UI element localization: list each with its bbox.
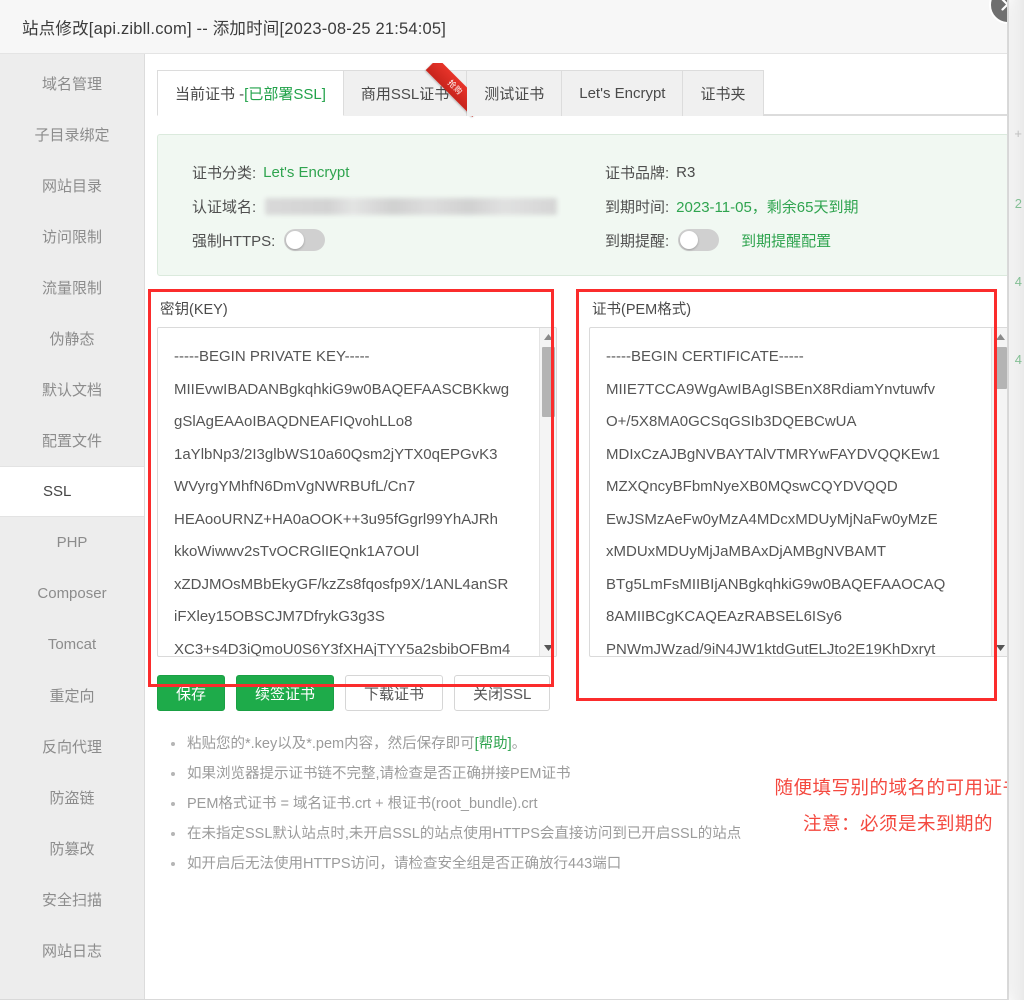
sidebar-item-reverse-proxy[interactable]: 反向代理 xyxy=(0,721,144,772)
background-ghost-mark: 4 xyxy=(1014,352,1022,367)
cert-expire-label: 到期时间: xyxy=(605,198,670,216)
expire-notice-label: 到期提醒: xyxy=(605,232,670,250)
list-item: 如果浏览器提示证书链不完整,请检查是否正确拼接PEM证书 xyxy=(165,759,1007,789)
cert-type-row: 证书分类: Let's Encrypt xyxy=(192,155,595,189)
sidebar-item-php[interactable]: PHP xyxy=(0,517,144,568)
tab-ssl-deployed-badge: [已部署SSL] xyxy=(244,85,326,103)
cert-domain-value-redacted xyxy=(265,197,558,215)
sidebar-item-security-scan[interactable]: 安全扫描 xyxy=(0,874,144,925)
key-input[interactable]: -----BEGIN PRIVATE KEY----- MIIEvwIBADAN… xyxy=(158,328,539,656)
sidebar: 域名管理 子目录绑定 网站目录 访问限制 流量限制 伪静态 默认文档 配置文件 … xyxy=(0,54,145,999)
sidebar-item-tomcat[interactable]: Tomcat xyxy=(0,619,144,670)
pem-textarea-wrap[interactable]: -----BEGIN CERTIFICATE----- MIIE7TCCA9Wg… xyxy=(589,327,1007,657)
cert-type-value: Let's Encrypt xyxy=(263,163,350,181)
cert-brand-value: R3 xyxy=(676,163,696,181)
sidebar-item-tamper-protection[interactable]: 防篡改 xyxy=(0,823,144,874)
modal-body: 域名管理 子目录绑定 网站目录 访问限制 流量限制 伪静态 默认文档 配置文件 … xyxy=(0,54,1007,999)
sidebar-item-access-restriction[interactable]: 访问限制 xyxy=(0,211,144,262)
force-https-row: 强制HTTPS: xyxy=(192,223,595,257)
background-ghost-mark: 2 xyxy=(1014,196,1022,211)
pem-scrollbar-thumb[interactable] xyxy=(994,347,1007,389)
expire-notice-toggle[interactable] xyxy=(678,229,720,251)
content-area: 当前证书 - [已部署SSL] 商用SSL证书 抢购 测试证书 Let's En… xyxy=(145,54,1007,999)
page-title: 站点修改[api.zibll.com] -- 添加时间[2023-08-25 2… xyxy=(22,19,447,38)
key-editor-block: 密钥(KEY) -----BEGIN PRIVATE KEY----- MIIE… xyxy=(157,298,557,657)
site-edit-modal: 站点修改[api.zibll.com] -- 添加时间[2023-08-25 2… xyxy=(0,0,1008,1000)
modal-titlebar: 站点修改[api.zibll.com] -- 添加时间[2023-08-25 2… xyxy=(0,0,1007,54)
tab-certificate-folder[interactable]: 证书夹 xyxy=(683,70,764,116)
key-field-label: 密钥(KEY) xyxy=(160,302,228,318)
key-scrollbar[interactable] xyxy=(539,328,556,656)
sidebar-item-pseudo-static[interactable]: 伪静态 xyxy=(0,313,144,364)
tab-commercial-ssl[interactable]: 商用SSL证书 抢购 xyxy=(343,63,477,117)
sidebar-item-ssl[interactable]: SSL xyxy=(0,466,144,517)
cert-domain-row: 认证域名: xyxy=(192,189,595,223)
key-textarea-wrap[interactable]: -----BEGIN PRIVATE KEY----- MIIEvwIBADAN… xyxy=(157,327,557,657)
cert-expire-value: 2023-11-05，剩余65天到期 xyxy=(676,198,859,216)
sidebar-item-config-file[interactable]: 配置文件 xyxy=(0,415,144,466)
tab-current-certificate[interactable]: 当前证书 - [已部署SSL] xyxy=(157,70,344,116)
list-item: 如开启后无法使用HTTPS访问，请检查安全组是否正确放行443端口 xyxy=(165,849,1007,879)
tab-lets-encrypt[interactable]: Let's Encrypt xyxy=(562,70,684,116)
sidebar-item-domain-management[interactable]: 域名管理 xyxy=(0,58,144,109)
scroll-down-icon[interactable] xyxy=(992,639,1007,656)
tip-text: 粘贴您的*.key以及*.pem内容，然后保存即可 xyxy=(187,736,475,752)
background-ghost-mark: + xyxy=(1014,126,1022,141)
tab-bar-filler xyxy=(763,70,1007,115)
cert-type-label: 证书分类: xyxy=(192,164,257,182)
sidebar-item-composer[interactable]: Composer xyxy=(0,568,144,619)
help-link[interactable]: [帮助] xyxy=(475,736,512,752)
tab-label: 当前证书 - xyxy=(175,85,245,103)
key-scrollbar-thumb[interactable] xyxy=(542,347,555,417)
download-certificate-button[interactable]: 下载证书 xyxy=(345,675,444,711)
pem-input[interactable]: -----BEGIN CERTIFICATE----- MIIE7TCCA9Wg… xyxy=(590,328,991,656)
background-right-strip xyxy=(1008,0,1024,1000)
disable-ssl-button[interactable]: 关闭SSL xyxy=(454,675,551,711)
list-item: 粘贴您的*.key以及*.pem内容，然后保存即可[帮助]。 xyxy=(165,729,1007,759)
expire-notice-row: 到期提醒: 到期提醒配置 xyxy=(605,223,1007,257)
tab-bar: 当前证书 - [已部署SSL] 商用SSL证书 抢购 测试证书 Let's En… xyxy=(157,63,1007,117)
scroll-up-icon[interactable] xyxy=(540,328,556,345)
sidebar-item-traffic-limit[interactable]: 流量限制 xyxy=(0,262,144,313)
action-button-row: 保存 续签证书 下载证书 关闭SSL xyxy=(157,675,1007,711)
cert-expire-row: 到期时间: 2023-11-05，剩余65天到期 xyxy=(605,189,1007,223)
cert-brand-label: 证书品牌: xyxy=(605,164,670,182)
sidebar-item-website-log[interactable]: 网站日志 xyxy=(0,925,144,976)
save-button[interactable]: 保存 xyxy=(157,675,226,711)
certificate-editors: 密钥(KEY) -----BEGIN PRIVATE KEY----- MIIE… xyxy=(148,289,1007,701)
scroll-up-icon[interactable] xyxy=(992,328,1007,345)
scroll-down-icon[interactable] xyxy=(540,639,556,656)
tab-test-certificate[interactable]: 测试证书 xyxy=(467,70,563,116)
list-item: PEM格式证书 = 域名证书.crt + 根证书(root_bundle).cr… xyxy=(165,789,1007,819)
force-https-toggle[interactable] xyxy=(284,229,326,251)
sidebar-item-website-directory[interactable]: 网站目录 xyxy=(0,160,144,211)
sidebar-item-default-document[interactable]: 默认文档 xyxy=(0,364,144,415)
tab-label: 商用SSL证书 xyxy=(360,86,450,103)
sidebar-item-subdirectory-binding[interactable]: 子目录绑定 xyxy=(0,109,144,160)
renew-certificate-button[interactable]: 续签证书 xyxy=(236,675,335,711)
sidebar-item-hotlink-protection[interactable]: 防盗链 xyxy=(0,772,144,823)
certificate-info-right-column: 证书品牌: R3 到期时间: 2023-11-05，剩余65天到期 到期提醒: … xyxy=(595,155,1007,257)
list-item: 在未指定SSL默认站点时,未开启SSL的站点使用HTTPS会直接访问到已开启SS… xyxy=(165,819,1007,849)
force-https-label: 强制HTTPS: xyxy=(192,232,276,250)
sidebar-item-redirect[interactable]: 重定向 xyxy=(0,670,144,721)
pem-field-label: 证书(PEM格式) xyxy=(592,302,692,318)
certificate-info-left-column: 证书分类: Let's Encrypt 认证域名: 强制HTTPS: xyxy=(158,155,595,257)
pem-scrollbar[interactable] xyxy=(991,328,1007,656)
tips-list: 粘贴您的*.key以及*.pem内容，然后保存即可[帮助]。 如果浏览器提示证书… xyxy=(157,729,1007,879)
cert-brand-row: 证书品牌: R3 xyxy=(605,155,1007,189)
expire-notice-config-link[interactable]: 到期提醒配置 xyxy=(741,230,831,251)
cert-domain-label: 认证域名: xyxy=(192,198,257,216)
tip-suffix: 。 xyxy=(511,736,527,752)
certificate-info-panel: 证书分类: Let's Encrypt 认证域名: 强制HTTPS: 证书品牌: xyxy=(157,134,1007,276)
pem-editor-block: 证书(PEM格式) -----BEGIN CERTIFICATE----- MI… xyxy=(589,298,1007,657)
background-ghost-mark: 4 xyxy=(1014,274,1022,289)
